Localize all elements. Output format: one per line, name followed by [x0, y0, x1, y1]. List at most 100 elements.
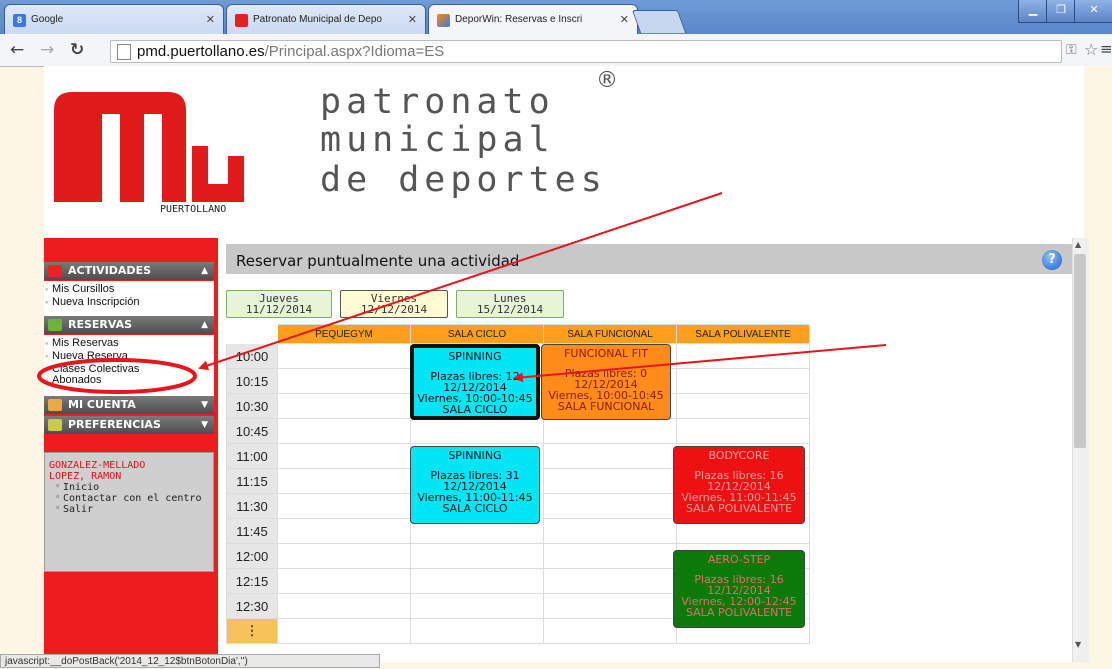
sidebar-section-mi-cuenta[interactable]: MI CUENTA ▼ [44, 396, 214, 414]
grid-cell [277, 368, 411, 394]
time-label: 11:45 [226, 518, 278, 544]
header-title-line1: patronato [320, 82, 555, 122]
sidebar-item-mis-cursillos[interactable]: Mis Cursillos [44, 284, 214, 296]
time-label: 11:15 [226, 468, 278, 494]
tab-label: Google [31, 14, 64, 25]
time-header [226, 324, 278, 344]
grid-cell [543, 418, 677, 444]
browser-tab-strip: 8 Google ✕ Patronato Municipal de Depo ✕… [0, 0, 1112, 34]
back-arrow-icon[interactable]: ← [10, 40, 24, 60]
help-icon[interactable]: ? [1042, 250, 1062, 270]
star-icon[interactable]: ☆ [1084, 40, 1098, 59]
activity-slot[interactable]: FUNCIONAL FIT Plazas libres: 0 12/12/2014 V… [541, 344, 671, 420]
tab-label: DeporWin: Reservas e Inscri [455, 14, 583, 25]
time-label: 12:30 [226, 593, 278, 619]
actividades-menu: Mis Cursillos Nueva Inscripción [44, 281, 214, 317]
pmd-favicon-icon [235, 14, 248, 27]
sidebar-item-nueva-inscripcion[interactable]: Nueva Inscripción [44, 297, 214, 309]
reload-icon[interactable]: ↻ [70, 40, 84, 60]
grid-cell [543, 518, 677, 544]
restore-icon[interactable]: ❐ [1046, 0, 1076, 23]
minimize-icon[interactable]: ▁ [1018, 0, 1048, 23]
registered-mark: ® [596, 68, 618, 93]
activity-slot[interactable]: SPINNING Plazas libres: 12 12/12/2014 Viern… [410, 344, 540, 420]
day-button-jueves[interactable]: Jueves 11/12/2014 [226, 290, 332, 318]
grid-cell [676, 343, 810, 369]
time-label: 11:30 [226, 493, 278, 519]
logo-caption: PUERTOLLANO [160, 204, 227, 215]
day-button-lunes[interactable]: Lunes 15/12/2014 [456, 290, 564, 318]
grid-cell [410, 618, 544, 644]
scroll-down-icon[interactable]: ▼ [1075, 640, 1081, 649]
chevron-down-icon: ▼ [201, 420, 208, 430]
sidebar-item-nueva-reserva[interactable]: Nueva Reserva [44, 351, 214, 363]
link-contactar[interactable]: Contactar con el centro [45, 493, 213, 504]
google-icon: 8 [13, 14, 26, 27]
tools-icon [48, 419, 62, 431]
grid-cell [277, 343, 411, 369]
time-label: 10:00 [226, 343, 278, 369]
grid-cell [277, 568, 411, 594]
slot-name: BODYCORE [708, 449, 770, 462]
tab-google[interactable]: 8 Google ✕ [4, 4, 224, 34]
tab-patronato[interactable]: Patronato Municipal de Depo ✕ [226, 4, 426, 34]
new-tab-button[interactable] [631, 10, 687, 33]
grid-cell [543, 493, 677, 519]
pmd-logo-icon [54, 92, 244, 202]
url-path: /Principal.aspx?Idioma=ES [264, 43, 445, 60]
more-times-button[interactable]: ⋮ [226, 618, 278, 644]
grid-cell [676, 418, 810, 444]
sidebar-section-actividades[interactable]: ACTIVIDADES ▲ [44, 262, 214, 280]
chevron-down-icon: ▼ [201, 400, 208, 410]
column-header-sala-ciclo: SALA CICLO [410, 324, 544, 344]
column-header-sala-polivalente: SALA POLIVALENTE [676, 324, 810, 344]
close-icon[interactable]: ✕ [408, 13, 417, 26]
link-salir[interactable]: Salir [45, 504, 213, 515]
grid-cell [543, 568, 677, 594]
key-icon[interactable]: ⚿ [1066, 42, 1077, 58]
grid-cell [277, 493, 411, 519]
grid-header-row: PEQUEGYM SALA CICLO SALA FUNCIONAL SALA … [226, 324, 810, 344]
user-name-line2: LOPEZ, RAMON [49, 471, 122, 482]
slot-room: SALA POLIVALENTE [685, 606, 793, 619]
time-label: 10:15 [226, 368, 278, 394]
link-inicio[interactable]: Inicio [45, 482, 213, 493]
grid-cell [410, 418, 544, 444]
time-row: 10:45 [226, 418, 810, 444]
activity-slot[interactable]: SPINNING Plazas libres: 31 12/12/2014 Viern… [410, 446, 540, 524]
scroll-up-icon[interactable]: ▲ [1075, 240, 1081, 249]
user-panel: GONZALEZ-MELLADO LOPEZ, RAMON Inicio Con… [44, 452, 214, 572]
slot-room: SALA POLIVALENTE [685, 502, 793, 515]
sidebar-section-preferencias[interactable]: PREFERENCIAS ▼ [44, 416, 214, 434]
window-close-icon[interactable]: ✕ [1074, 0, 1112, 23]
day-button-viernes[interactable]: Viernes 12/12/2014 [340, 290, 448, 318]
chevron-up-icon: ▲ [201, 320, 208, 330]
menu-icon[interactable]: ≡ [1100, 40, 1112, 58]
slot-room: SALA CICLO [442, 502, 508, 515]
activity-slot[interactable]: AERO-STEP Plazas libres: 16 12/12/2014 Vier… [673, 550, 805, 628]
scrollbar-thumb[interactable] [1074, 254, 1086, 448]
close-icon[interactable]: ✕ [620, 13, 629, 26]
sidebar-section-reservas[interactable]: RESERVAS ▲ [44, 316, 214, 334]
time-label: 12:15 [226, 568, 278, 594]
column-header-pequegym: PEQUEGYM [277, 324, 411, 344]
grid-cell [277, 468, 411, 494]
tab-deporwin[interactable]: DeporWin: Reservas e Inscri ✕ [428, 4, 638, 34]
chevron-up-icon: ▲ [201, 266, 208, 276]
status-bar: javascript:__doPostBack('2014_12_12$btnB… [0, 654, 380, 668]
sidebar-item-mis-reservas[interactable]: Mis Reservas [44, 338, 214, 350]
grid-cell [543, 443, 677, 469]
sidebar-item-abonados[interactable]: Abonados [44, 375, 214, 387]
url-input[interactable]: pmd.puertollano.es/Principal.aspx?Idioma… [110, 40, 1062, 63]
column-header-sala-funcional: SALA FUNCIONAL [543, 324, 677, 344]
grid-cell [277, 418, 411, 444]
day-date: 15/12/2014 [476, 303, 544, 316]
grid-cell [543, 593, 677, 619]
day-date: 12/12/2014 [360, 303, 428, 316]
calendar-icon [48, 265, 62, 277]
close-icon[interactable]: ✕ [206, 13, 215, 26]
forward-arrow-icon[interactable]: → [40, 40, 54, 60]
grid-cell [676, 368, 810, 394]
activity-slot[interactable]: BODYCORE Plazas libres: 16 12/12/2014 Viern… [673, 446, 805, 524]
grid-cell [543, 543, 677, 569]
